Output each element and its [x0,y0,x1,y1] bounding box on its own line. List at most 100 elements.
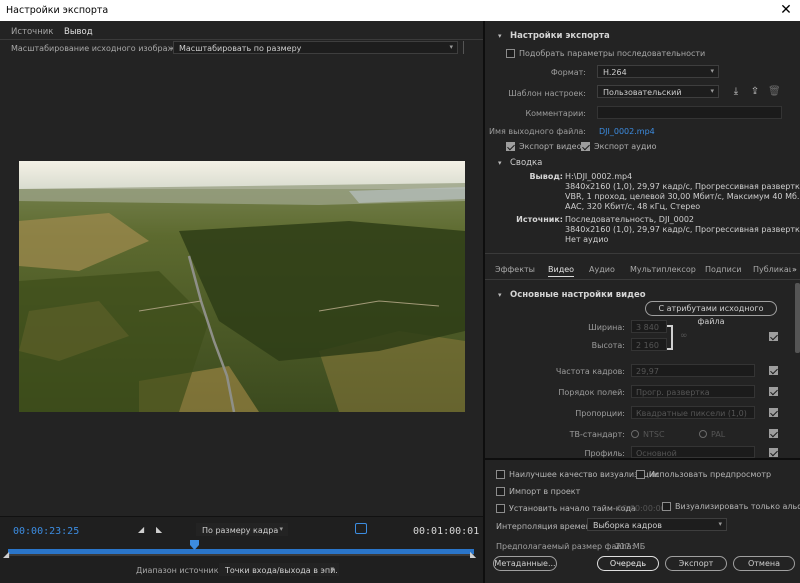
settings-pane: ▾ Настройки экспорта Подобрать параметры… [483,21,800,583]
tv-standard-label: ТВ-стандарт: [569,430,625,439]
import-preset-icon[interactable]: ⇪ [749,86,761,98]
tab-audio[interactable]: Аудио [589,265,615,274]
timeline-track[interactable] [8,549,474,554]
preview-pane: Источник Вывод Масштабирование исходного… [0,21,483,583]
tab-output[interactable]: Вывод [64,27,93,40]
scale-value: Масштабировать по размеру [179,44,302,53]
export-video-checkbox[interactable] [506,142,515,151]
time-in-readout[interactable]: 00:00:23:25 [13,526,79,537]
link-bracket [667,325,673,350]
export-button[interactable]: Экспорт [665,556,727,571]
divider [485,253,800,254]
more-tabs-icon[interactable]: » [792,265,797,274]
range-start-handle[interactable]: ◢ [3,550,9,559]
tab-source[interactable]: Источник [11,27,53,37]
height-label: Высота: [591,341,625,350]
time-out-readout: 00:01:00:01 [413,526,480,537]
fps-checkbox[interactable] [769,366,778,375]
use-previews-label: Использовать предпросмотр [649,470,772,479]
preset-label: Шаблон настроек: [508,89,586,98]
range-label: Диапазон источника: [136,566,227,575]
pal-label: PAL [711,430,726,439]
format-dropdown[interactable]: H.264 ▾ [597,65,719,78]
cancel-button[interactable]: Отмена [733,556,795,571]
export-audio-label: Экспорт аудио [594,142,657,151]
set-timecode-checkbox[interactable] [496,504,505,513]
profile-label: Профиль: [584,449,625,458]
timecode-input[interactable]: 00:00:00:00 [617,504,666,513]
video-basic-header: Основные настройки видео [510,290,646,300]
export-audio-checkbox[interactable] [581,142,590,151]
tab-publish[interactable]: Публикац [753,265,791,274]
tab-captions[interactable]: Подписи [705,265,741,274]
mark-out-icon[interactable]: ◣ [156,525,162,534]
range-end-handle[interactable]: ◣ [470,550,476,559]
import-project-checkbox[interactable] [496,487,505,496]
pal-radio[interactable] [699,430,707,438]
tab-video[interactable]: Видео [548,265,575,277]
collapse-chevron-icon[interactable]: ▾ [498,291,502,299]
match-source-button[interactable]: С атрибутами исходного файла [645,301,777,326]
chain-link-icon[interactable]: ∞ [680,331,688,341]
tab-effects[interactable]: Эффекты [495,265,535,274]
field-order-label: Порядок полей: [558,388,625,397]
mark-in-icon[interactable]: ◢ [138,525,144,534]
timeline-panel: 00:00:23:25 ◢ ◣ По размеру кадра ▾ 00:01… [0,516,483,583]
scale-dropdown[interactable]: Масштабировать по размеру ▾ [173,41,458,54]
tv-standard-checkbox[interactable] [769,429,778,438]
alpha-only-checkbox[interactable] [662,502,671,511]
width-label: Ширина: [588,323,625,332]
divider [463,41,464,54]
height-input[interactable]: 2 160 [631,338,667,351]
output-name-link[interactable]: DJI_0002.mp4 [599,127,655,136]
tab-multiplexer[interactable]: Мультиплексор [630,265,696,274]
match-sequence-label: Подобрать параметры последовательности [519,49,706,58]
format-value: H.264 [603,68,627,77]
delete-preset-icon[interactable]: 🗑 [768,86,781,98]
video-preview [19,161,465,412]
fps-dropdown[interactable]: 29,97 [631,364,755,377]
field-order-dropdown[interactable]: Прогр. развертка [631,385,755,398]
match-sequence-checkbox[interactable] [506,49,515,58]
chevron-down-icon: ▾ [330,565,334,573]
summary-output-label: Вывод: [529,172,563,181]
aspect-toggle-icon[interactable] [355,523,367,534]
fps-label: Частота кадров: [555,367,625,376]
settings-scrollbar[interactable] [795,283,800,353]
tab-divider [0,39,483,40]
profile-dropdown[interactable]: Основной [631,446,755,458]
size-checkbox[interactable] [769,332,778,341]
ntsc-radio[interactable] [631,430,639,438]
export-video-label: Экспорт видео [519,142,582,151]
interp-dropdown[interactable]: Выборка кадров ▾ [587,518,727,531]
range-dropdown[interactable]: Точки входа/выхода в эпи... ▾ [219,563,339,576]
aspect-checkbox[interactable] [769,408,778,417]
alpha-only-label: Визуализировать только альфа-кана [675,502,800,511]
save-preset-icon[interactable]: ⤓ [730,86,742,98]
max-quality-checkbox[interactable] [496,470,505,479]
fit-dropdown[interactable]: По размеру кадра ▾ [196,523,288,536]
use-previews-checkbox[interactable] [636,470,645,479]
summary-header: Сводка [510,158,543,168]
field-order-checkbox[interactable] [769,387,778,396]
aspect-label: Пропорции: [575,409,625,418]
close-icon[interactable]: ✕ [778,2,794,18]
playhead-handle[interactable] [189,540,199,550]
queue-button[interactable]: Очередь [597,556,659,571]
aspect-dropdown[interactable]: Квадратные пиксели (1,0) [631,406,755,419]
summary-output-line: VBR, 1 проход, целевой 30,00 Мбит/с, Мак… [565,192,800,201]
profile-checkbox[interactable] [769,448,778,457]
aerial-forest-image [19,161,465,412]
summary-output-line: H:\DJI_0002.mp4 [565,172,633,181]
width-input[interactable]: 3 840 [631,320,667,333]
summary-output-line: 3840x2160 (1,0), 29,97 кадр/с, Прогресси… [565,182,800,191]
interp-label: Интерполяция времени: [496,522,599,531]
collapse-chevron-icon[interactable]: ▾ [498,32,502,40]
collapse-chevron-icon[interactable]: ▾ [498,159,502,167]
import-project-label: Импорт в проект [509,487,581,496]
metadata-button[interactable]: Метаданные... [493,556,557,571]
divider [485,279,800,280]
summary-source-line: Последовательность, DJI_0002 [565,215,695,224]
preset-dropdown[interactable]: Пользовательский ▾ [597,85,719,98]
comments-input[interactable] [597,106,782,119]
